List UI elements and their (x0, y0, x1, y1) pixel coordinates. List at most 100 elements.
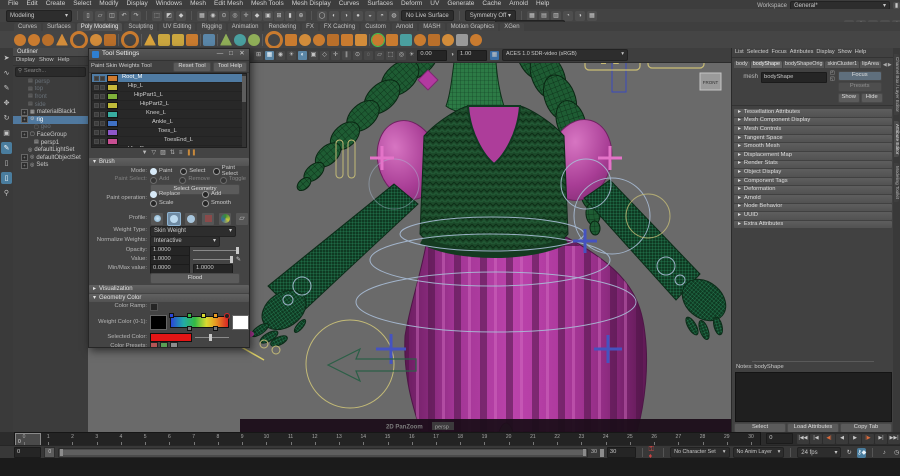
snap-icon[interactable]: ⊕ (296, 11, 306, 21)
menu-item[interactable]: Help (532, 1, 553, 8)
shelf-tool-icon[interactable] (203, 34, 215, 46)
snap-icon[interactable]: ▮ (285, 11, 295, 21)
ae-node-tab[interactable]: skinCluster1 (825, 61, 859, 68)
shelf-tool-icon[interactable] (234, 34, 246, 46)
shelf-tool-icon[interactable] (341, 34, 353, 46)
shelf-tool-icon[interactable] (104, 34, 116, 46)
playback-button[interactable]: ◀| (823, 434, 835, 444)
influence-row[interactable]: ToesEnd_L (92, 137, 246, 146)
paint-op-radio[interactable]: Replace (150, 191, 202, 198)
shelf-tool-icon[interactable] (428, 34, 440, 46)
color-preset-swatch[interactable] (150, 342, 158, 349)
shelf-tool-icon[interactable] (248, 34, 260, 46)
panel-toggle-icon[interactable]: ▤ (539, 11, 549, 21)
current-frame-field[interactable]: 0 (766, 433, 793, 444)
outliner-tab[interactable]: Outliner (13, 48, 88, 57)
lock-cells[interactable] (94, 112, 105, 117)
snap-icon[interactable]: ◆ (252, 11, 262, 21)
menu-item[interactable]: Deform (397, 1, 426, 8)
shelf-tool-icon[interactable] (56, 34, 68, 46)
weight-type-select[interactable]: Skin Weight▾ (150, 226, 236, 237)
ae-section-bar[interactable]: ▸Component Tags (734, 178, 892, 186)
color-ramp-checkbox[interactable] (150, 303, 158, 311)
shelf-tool-icon[interactable] (158, 34, 170, 46)
character-set-select[interactable]: No Character Set▾ (670, 447, 729, 458)
live-surface-field[interactable]: No Live Surface (401, 10, 454, 21)
outliner-item[interactable]: ◎Sets (13, 162, 88, 170)
ae-node-tab[interactable]: body (734, 61, 750, 68)
snap-icon[interactable]: ✛ (241, 11, 251, 21)
shelf-tool-icon[interactable] (470, 34, 482, 46)
viewport-toolbar-icon[interactable]: ⬚ (386, 51, 395, 60)
clock-icon[interactable]: ◷ (892, 448, 900, 458)
menu-item[interactable]: Display (122, 1, 151, 8)
outliner-item[interactable]: ▤front (13, 93, 88, 101)
range-end-field[interactable]: 30 (607, 447, 636, 458)
viewport-toolbar-icon[interactable]: ▦ (265, 51, 274, 60)
brush-profile-soft[interactable] (150, 212, 164, 226)
lock-cells[interactable] (94, 85, 105, 90)
toolbox-tool-icon[interactable]: ✎ (1, 82, 12, 94)
lock-cells[interactable] (94, 139, 105, 144)
viewport-toolbar-icon[interactable]: ◎ (397, 51, 406, 60)
tool-help-button[interactable]: Tool Help (213, 62, 247, 72)
panel-toggle-icon[interactable]: ◔ (563, 11, 573, 21)
shelf-tool-icon[interactable] (299, 34, 311, 46)
shelf-tool-icon[interactable] (265, 31, 283, 49)
hide-button[interactable]: Hide (861, 93, 883, 103)
file-tool-icon[interactable]: ↶ (119, 11, 129, 21)
panel-toggle-icon[interactable]: ◑ (575, 11, 585, 21)
toolbox-tool-icon[interactable]: ▯ (1, 157, 12, 169)
shelf-tool-icon[interactable] (327, 34, 339, 46)
ae-section-bar[interactable]: ▸Mesh Controls (734, 126, 892, 134)
outliner-item[interactable]: ◎defaultObjectSet (13, 154, 88, 162)
ae-node-tab[interactable]: lipArea (860, 61, 881, 68)
menu-item[interactable]: Cache (478, 1, 505, 8)
lock-cells[interactable] (94, 76, 105, 81)
ae-menu-item[interactable]: Attributes (790, 50, 814, 56)
brush-profile-ramp[interactable] (218, 212, 232, 226)
range-end-handle[interactable] (600, 449, 604, 457)
influence-row[interactable]: Hip_R (92, 146, 246, 148)
brush-profile-solid[interactable] (184, 212, 198, 226)
paint-bucket-icon[interactable]: ▼ (142, 150, 148, 156)
paint-select-radio[interactable]: Remove (179, 177, 210, 184)
focus-button[interactable]: Focus (838, 71, 882, 81)
ae-section-bar[interactable]: ▸Extra Attributes (734, 221, 892, 229)
menu-item[interactable]: Edit Mesh (210, 1, 247, 8)
lock-cells[interactable] (94, 148, 105, 149)
shelf-tool-icon[interactable] (172, 34, 184, 46)
list-scrollbar[interactable] (242, 74, 246, 147)
outliner-item[interactable]: ▤persp1 (13, 139, 88, 147)
gamma-field[interactable]: 1.00 (457, 50, 487, 61)
viewport-toolbar-icon[interactable]: ◉ (276, 51, 285, 60)
snap-icon[interactable]: ◉ (208, 11, 218, 21)
outliner-item[interactable]: ▤side (13, 101, 88, 109)
outliner-item[interactable]: ▢FaceGroup (13, 131, 88, 139)
render-icon[interactable]: ◍ (389, 11, 399, 21)
ramp-icon[interactable]: ▨ (160, 150, 166, 156)
ae-section-bar[interactable]: ▸Mesh Component Display (734, 118, 892, 126)
color-preset-swatch[interactable] (160, 342, 168, 349)
menu-item[interactable]: Arnold (505, 1, 532, 8)
panel-toggle-icon[interactable]: ▦ (527, 11, 537, 21)
lock-cells[interactable] (94, 94, 105, 99)
snap-icon[interactable]: ⊙ (219, 11, 229, 21)
flood-button[interactable]: Flood (150, 273, 240, 284)
outliner-item[interactable]: ▤persp (13, 78, 88, 86)
ae-node-tab[interactable]: bodyShapeOrig (783, 61, 824, 68)
menu-item[interactable]: Modify (95, 1, 122, 8)
audio-icon[interactable]: ♪ (879, 448, 889, 458)
render-icon[interactable]: ◯ (317, 11, 327, 21)
browse-profile-icon[interactable]: ▱ (235, 212, 249, 226)
shelf-tool-icon[interactable] (14, 34, 26, 46)
influence-row[interactable]: Ankle_L (92, 119, 246, 128)
panel-toggle-icon[interactable]: ▦ (587, 11, 597, 21)
shelf-tool-icon[interactable] (442, 34, 454, 46)
notes-box[interactable] (735, 372, 892, 422)
menu-item[interactable]: Generate (443, 1, 478, 8)
geometry-color-section-header[interactable]: ▾Geometry Color (89, 294, 249, 302)
ae-section-bar[interactable]: ▸Deformation (734, 186, 892, 194)
outliner-menu-item[interactable]: Help (58, 58, 70, 64)
outliner-item[interactable]: ◎defaultLightSet (13, 146, 88, 154)
